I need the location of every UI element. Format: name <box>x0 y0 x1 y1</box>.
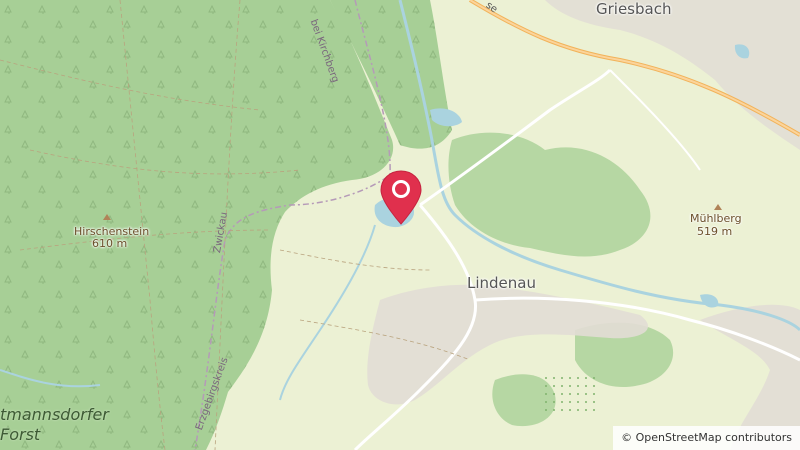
peak-elevation-hirschenstein: 610 m <box>92 237 128 250</box>
map-view[interactable]: Griesbach Lindenau Mühlberg 519 m Hirsch… <box>0 0 800 450</box>
peak-label-muehlberg[interactable]: Mühlberg <box>690 212 742 225</box>
map-pin-icon <box>380 170 422 225</box>
orchard-area <box>540 375 600 415</box>
place-label-griesbach[interactable]: Griesbach <box>596 0 671 18</box>
place-label-lindenau[interactable]: Lindenau <box>467 274 536 292</box>
location-marker[interactable] <box>378 170 424 226</box>
peak-elevation-muehlberg: 519 m <box>697 225 733 238</box>
forest-label[interactable]: tmannsdorfer Forst <box>0 405 109 445</box>
map-attribution[interactable]: © OpenStreetMap contributors <box>613 426 800 450</box>
